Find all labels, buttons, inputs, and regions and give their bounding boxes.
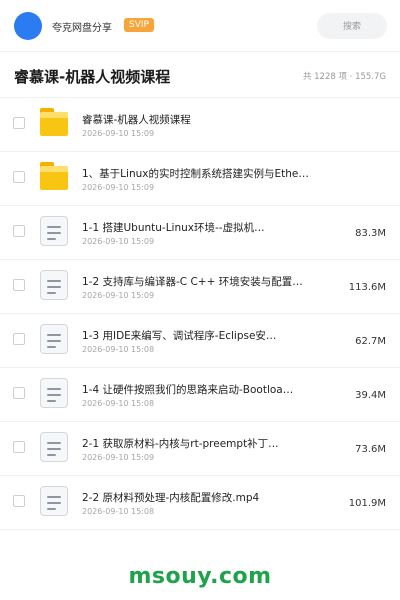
document-icon <box>40 432 68 462</box>
row-checkbox[interactable] <box>13 495 25 507</box>
file-row[interactable]: 1-1 搭建Ubuntu-Linux环境--虚拟机… 2026-09-10 15:… <box>0 206 400 260</box>
file-name: 1-3 用IDE来编写、调试程序-Eclipse安… <box>82 330 277 342</box>
file-date: 2026-09-10 15:08 <box>82 345 155 354</box>
file-name: 2-1 获取原材料-内核与rt-preempt补丁… <box>82 438 279 450</box>
avatar[interactable] <box>14 12 42 40</box>
folder-title-row: 睿慕课-机器人视频课程 共 1228 项 · 155.7G <box>0 52 400 98</box>
row-checkbox[interactable] <box>13 225 25 237</box>
file-row[interactable]: 1-3 用IDE来编写、调试程序-Eclipse安… 2026-09-10 15:… <box>0 314 400 368</box>
document-icon <box>40 270 68 300</box>
svip-badge: SVIP <box>124 18 154 32</box>
file-date: 2026-09-10 15:09 <box>82 291 155 300</box>
search-button[interactable]: 搜索 <box>317 13 387 39</box>
file-size: 62.7M <box>355 336 386 347</box>
file-row[interactable]: 1-2 支持库与编译器-C C++ 环境安装与配置… 2026-09-10 15:… <box>0 260 400 314</box>
file-size: 39.4M <box>355 390 386 401</box>
file-row[interactable]: 2-1 获取原材料-内核与rt-preempt补丁… 2026-09-10 15:… <box>0 422 400 476</box>
file-date: 2026-09-10 15:09 <box>82 453 155 462</box>
file-row[interactable]: 1-4 让硬件按照我们的思路来启动-Bootloa… 2026-09-10 15:… <box>0 368 400 422</box>
app-name: 夸克网盘分享 <box>52 23 112 34</box>
document-icon <box>40 324 68 354</box>
file-date: 2026-09-10 15:09 <box>82 129 155 138</box>
row-checkbox[interactable] <box>13 441 25 453</box>
row-checkbox[interactable] <box>13 387 25 399</box>
row-checkbox[interactable] <box>13 171 25 183</box>
file-name: 2-2 原材料预处理-内核配置修改.mp4 <box>82 492 260 504</box>
document-icon <box>40 378 68 408</box>
row-checkbox[interactable] <box>13 117 25 129</box>
file-row[interactable]: 1、基于Linux的实时控制系统搭建实例与Ethe… 2026-09-10 15:… <box>0 152 400 206</box>
file-row[interactable]: 2-2 原材料预处理-内核配置修改.mp4 2026-09-10 15:08 101… <box>0 476 400 530</box>
file-size: 73.6M <box>355 444 386 455</box>
file-list: 睿慕课-机器人视频课程 2026-09-10 15:09 1、基于Linux的实时控… <box>0 98 400 530</box>
file-row[interactable]: 睿慕课-机器人视频课程 2026-09-10 15:09 <box>0 98 400 152</box>
file-name: 睿慕课-机器人视频课程 <box>82 114 191 126</box>
folder-icon <box>40 108 68 138</box>
row-checkbox[interactable] <box>13 333 25 345</box>
folder-summary: 共 1228 项 · 155.7G <box>302 72 386 82</box>
file-date: 2026-09-10 15:09 <box>82 183 155 192</box>
file-name: 1-1 搭建Ubuntu-Linux环境--虚拟机… <box>82 222 265 234</box>
share-header: 夸克网盘分享 SVIP 搜索 <box>0 0 400 52</box>
file-date: 2026-09-10 15:09 <box>82 237 155 246</box>
file-date: 2026-09-10 15:08 <box>82 507 155 516</box>
page-title: 睿慕课-机器人视频课程 <box>14 68 171 86</box>
file-name: 1-2 支持库与编译器-C C++ 环境安装与配置… <box>82 276 303 288</box>
watermark: msouy.com <box>128 564 272 589</box>
file-date: 2026-09-10 15:08 <box>82 399 155 408</box>
document-icon <box>40 486 68 516</box>
file-size: 101.9M <box>348 498 386 509</box>
folder-icon <box>40 162 68 192</box>
file-size: 113.6M <box>348 282 386 293</box>
file-size: 83.3M <box>355 228 386 239</box>
file-name: 1、基于Linux的实时控制系统搭建实例与Ethe… <box>82 168 309 180</box>
file-name: 1-4 让硬件按照我们的思路来启动-Bootloa… <box>82 384 294 396</box>
row-checkbox[interactable] <box>13 279 25 291</box>
document-icon <box>40 216 68 246</box>
